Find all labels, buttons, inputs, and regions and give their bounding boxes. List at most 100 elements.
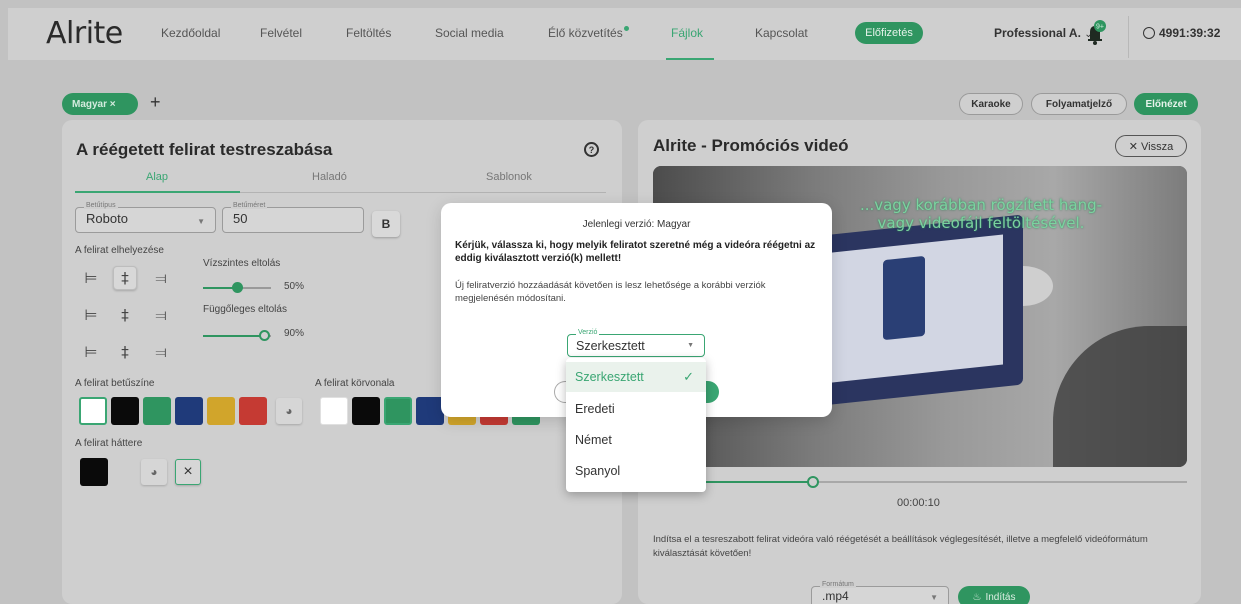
notification-badge: 9+ [1096,24,1104,31]
nav-divider [1128,16,1129,58]
help-icon[interactable]: ? [584,142,599,157]
chevron-down-icon: ▼ [687,342,694,349]
horizontal-slider-handle[interactable] [232,282,243,293]
modal-question: Kérjük, válassza ki, hogy melyik felirat… [455,240,816,264]
video-subtitle: ...vagy korábban rögzített hang- vagy vi… [859,196,1103,232]
notification-bell-icon[interactable]: 9+ [1084,20,1106,46]
font-palette-icon[interactable]: ◕ [276,398,302,424]
nav-link-upload[interactable]: Feltöltés [346,26,391,40]
panel-title: A réégetett felirat testreszabása [76,140,333,159]
vertical-offset-value: 90% [284,328,305,339]
tab-templates[interactable]: Sablonok [486,171,532,183]
back-button[interactable]: ✕ Vissza [1115,135,1187,157]
font-color-swatch-4[interactable] [207,397,235,425]
modal-note: Új feliratverzió hozzáadását követően is… [455,280,766,304]
align-top-right-icon[interactable]: ⫤ [149,266,173,290]
format-select-value: .mp4 [822,589,849,603]
subscribe-button[interactable]: Előfizetés [855,22,923,44]
version-select-value: Szerkesztett [576,339,645,353]
start-render-button[interactable]: ♨ Indítás [958,586,1030,604]
font-color-swatch-1[interactable] [111,397,139,425]
align-middle-right-icon[interactable]: ⫤ [149,303,173,327]
align-bottom-center-icon[interactable]: ‡ [113,340,137,364]
outline-color-swatch-3[interactable] [416,397,444,425]
font-size-field[interactable]: Betűméret 50 [222,202,364,233]
option-label: Szerkesztett [575,370,644,384]
modal-title: Jelenlegi verzió: Magyar [582,219,691,230]
font-color-swatch-3[interactable] [175,397,203,425]
preview-button[interactable]: Előnézet [1134,93,1198,115]
live-indicator-icon [623,26,629,31]
font-select-label: Betűtípus [84,202,118,209]
chevron-down-icon: ▼ [930,593,938,602]
nav-link-record[interactable]: Felvétel [260,26,302,40]
vertical-offset-label: Függőleges eltolás [203,304,287,315]
tab-advanced[interactable]: Haladó [312,171,347,183]
placement-label: A felirat elhelyezése [75,245,164,256]
nav-link-live[interactable]: Élő közvetítés [548,26,629,40]
background-color-swatch-0[interactable] [80,458,108,486]
start-render-label: Indítás [985,591,1016,603]
clock-icon [1143,27,1155,39]
format-select-label: Formátum [820,581,856,588]
bold-button[interactable]: B [372,211,400,237]
option-eredeti[interactable]: Eredeti [566,394,706,424]
align-top-left-icon[interactable]: ⊨ [79,266,103,290]
align-bottom-left-icon[interactable]: ⊨ [79,340,103,364]
modal-confirm-button[interactable] [705,381,719,403]
chevron-down-icon: ▼ [197,217,205,226]
font-select-value: Roboto [86,211,128,226]
horizontal-offset-label: Vízszintes eltolás [203,258,281,269]
render-description: Indítsa el a tesreszabott felirat videór… [653,534,1148,559]
add-language-button[interactable]: + [150,92,161,113]
nav-link-home[interactable]: Kezdőoldal [161,26,220,40]
format-select[interactable]: Formátum .mp4 ▼ [811,581,949,604]
language-chip-hungarian[interactable]: Magyar × [62,93,138,115]
nav-link-contact[interactable]: Kapcsolat [755,26,808,40]
background-color-swatch-1[interactable] [111,458,139,486]
outline-color-swatch-2[interactable] [384,397,412,425]
option-szerkesztett[interactable]: Szerkesztett ✓ [566,362,706,392]
font-size-value: 50 [233,211,248,226]
vertical-slider-fill [203,335,265,337]
user-menu[interactable]: Professional A. ⌄ [994,26,1093,40]
vertical-offset-slider[interactable] [203,330,271,341]
align-middle-center-icon[interactable]: ‡ [113,303,137,327]
background-palette-icon[interactable]: ◕ [141,459,167,485]
version-select-label: Verzió [576,329,600,336]
outline-color-swatch-0[interactable] [320,397,348,425]
outline-color-swatch-1[interactable] [352,397,380,425]
align-top-center-icon[interactable]: ‡ [113,266,137,290]
video-timeline[interactable] [653,476,1187,488]
progress-indicator-button[interactable]: Folyamatjelző [1031,93,1127,115]
nav-link-social[interactable]: Social media [435,26,504,40]
user-name: Professional A. [994,26,1081,40]
font-color-swatch-0[interactable] [79,397,107,425]
horizontal-offset-slider[interactable] [203,282,271,293]
nav-active-indicator [666,58,714,60]
video-time: 00:00:10 [897,497,940,509]
font-color-swatch-2[interactable] [143,397,171,425]
clear-background-button[interactable]: × [175,459,201,485]
nav-link-files[interactable]: Fájlok [671,26,703,40]
karaoke-button[interactable]: Karaoke [959,93,1023,115]
tab-basic[interactable]: Alap [146,171,168,183]
check-icon: ✓ [683,369,694,384]
option-spanyol[interactable]: Spanyol [566,456,706,486]
timer: 4991:39:32 [1143,26,1220,40]
logo: Alrite [46,16,123,51]
video-title: Alrite - Promóciós videó [653,136,849,155]
render-icon: ♨ [972,591,982,603]
font-select[interactable]: Betűtípus Roboto ▼ [75,202,216,233]
font-color-swatch-5[interactable] [239,397,267,425]
video-phone [883,255,925,341]
outline-color-label: A felirat körvonala [315,378,395,389]
font-size-label: Betűméret [231,202,268,209]
version-select[interactable]: Verzió Szerkesztett ▼ [567,329,705,357]
background-color-label: A felirat háttere [75,438,143,449]
option-nemet[interactable]: Német [566,425,706,455]
font-color-label: A felirat betűszíne [75,378,155,389]
version-dropdown: Szerkesztett ✓ Eredeti Német Spanyol [566,358,706,492]
align-middle-left-icon[interactable]: ⊨ [79,303,103,327]
align-bottom-right-icon[interactable]: ⫤ [149,340,173,364]
